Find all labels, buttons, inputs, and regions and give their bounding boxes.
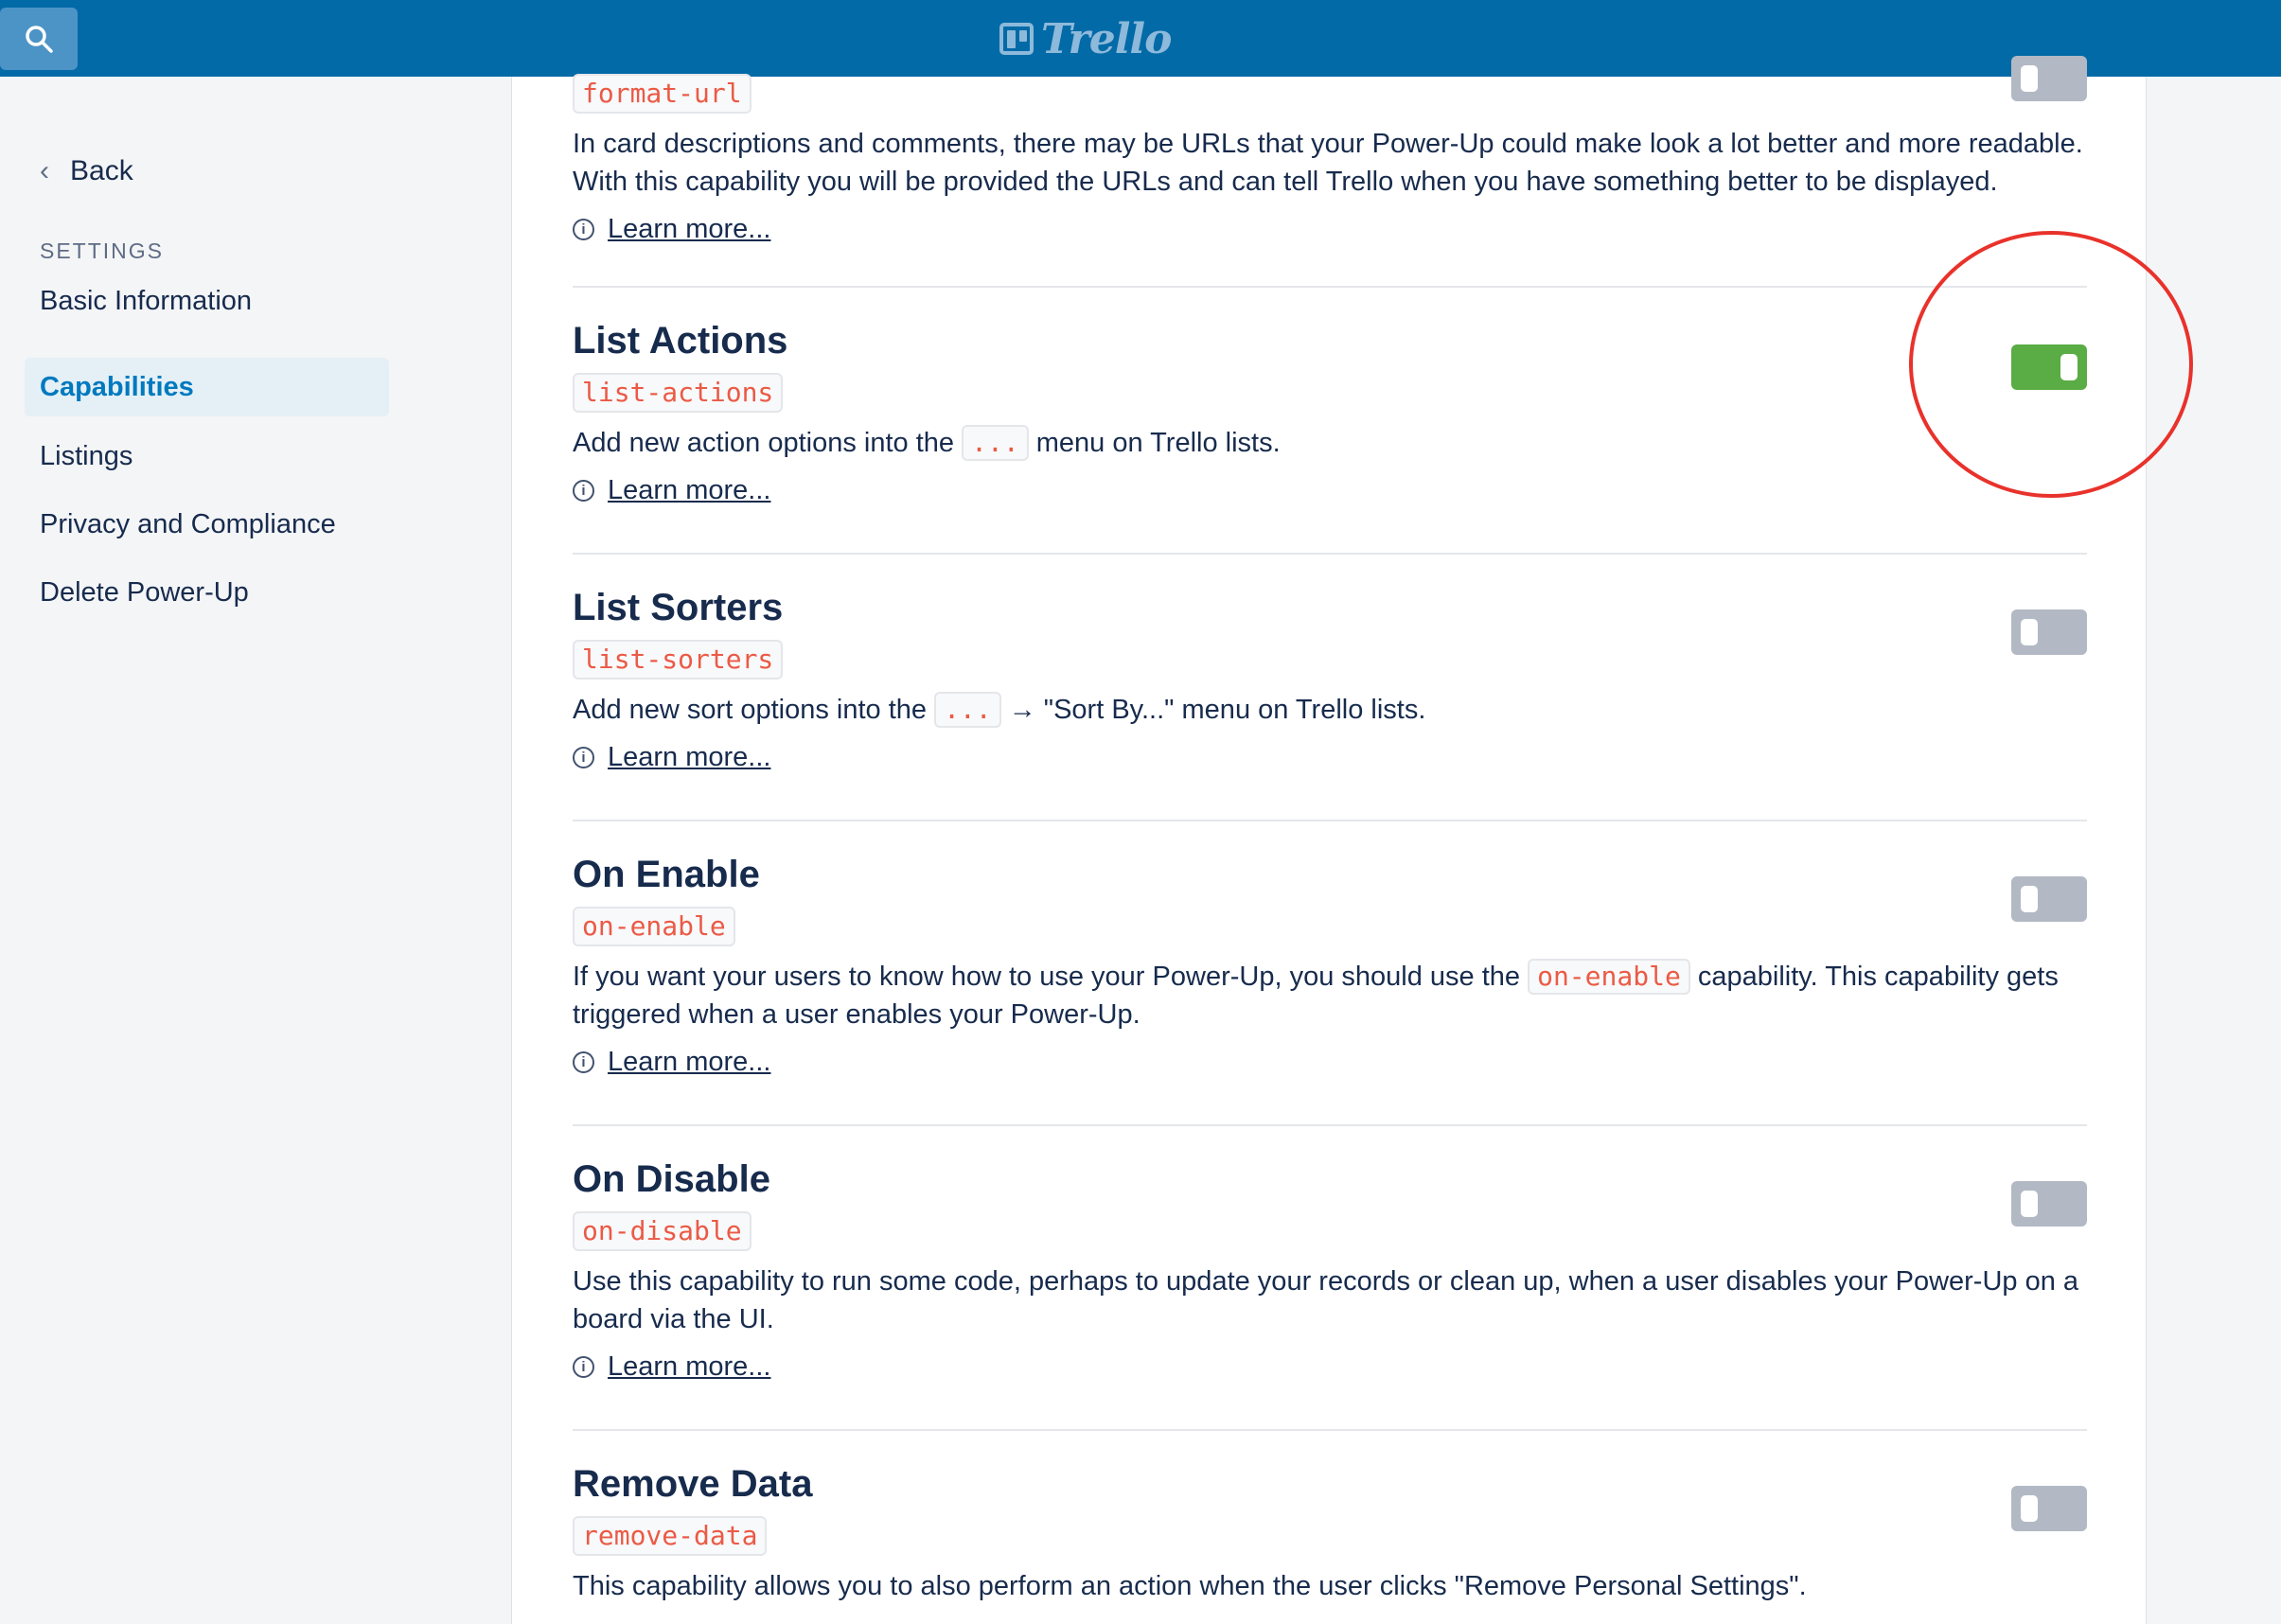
trello-board-icon — [999, 23, 1034, 55]
search-button[interactable] — [0, 8, 78, 70]
description-line: triggered when a user enables your Power… — [573, 999, 1140, 1030]
inline-code: ... — [962, 425, 1029, 461]
chevron-left-icon: ‹ — [40, 155, 49, 186]
learn-more-row: i Learn more... — [573, 1047, 2087, 1078]
capability-on-enable: On Enable on-enable If you want your use… — [573, 850, 2087, 1078]
back-link[interactable]: ‹ Back — [40, 155, 133, 187]
info-icon: i — [573, 1356, 594, 1378]
info-icon: i — [573, 480, 594, 502]
learn-more-row: i Learn more... — [573, 214, 2087, 245]
description-text: → "Sort By..." menu on Trello lists. — [1008, 695, 1426, 725]
learn-more-row: i Learn more... — [573, 475, 2087, 506]
inline-code: on-enable — [1528, 959, 1690, 995]
sidebar: ‹ Back SETTINGS Basic Information Capabi… — [0, 77, 511, 1624]
description-text: Add new action options into the — [573, 428, 955, 458]
capability-code: remove-data — [573, 1516, 768, 1556]
capability-title: List Sorters — [573, 587, 784, 628]
learn-more-row: i Learn more... — [573, 742, 2087, 773]
inline-code: ... — [934, 692, 1001, 728]
description-line: board via the UI. — [573, 1304, 774, 1334]
search-icon — [26, 26, 53, 53]
capability-remove-data: Remove Data remove-data This capability … — [573, 1459, 2087, 1605]
description-text: If you want your users to know how to us… — [573, 962, 1521, 992]
section-label: SETTINGS — [40, 238, 165, 263]
info-icon: i — [573, 747, 594, 768]
capability-format-url: format-url In card descriptions and comm… — [573, 74, 2087, 245]
trello-logo[interactable]: Trello — [999, 14, 1172, 63]
divider — [573, 1124, 2087, 1126]
divider — [573, 1429, 2087, 1431]
capability-title: Remove Data — [573, 1463, 813, 1505]
capability-description: Add new action options into the ... menu… — [573, 424, 2087, 462]
sidebar-item-capabilities[interactable]: Capabilities — [25, 358, 389, 416]
capability-title: On Enable — [573, 854, 760, 895]
info-icon: i — [573, 1051, 594, 1073]
back-label: Back — [70, 155, 133, 186]
capability-description: If you want your users to know how to us… — [573, 958, 2087, 1033]
description-line: In card descriptions and comments, there… — [573, 129, 2083, 159]
capability-code: on-disable — [573, 1211, 751, 1251]
capability-description: This capability allows you to also perfo… — [573, 1571, 1807, 1601]
capability-list-actions: List Actions list-actions Add new action… — [573, 316, 2087, 506]
capability-on-disable: On Disable on-disable Use this capabilit… — [573, 1155, 2087, 1383]
sidebar-item-privacy-and-compliance[interactable]: Privacy and Compliance — [25, 495, 389, 554]
learn-more-link[interactable]: Learn more... — [608, 742, 770, 773]
info-icon: i — [573, 219, 594, 240]
capability-code: list-actions — [573, 373, 784, 413]
annotation-circle — [1909, 231, 2193, 498]
sidebar-item-delete-power-up[interactable]: Delete Power-Up — [25, 563, 389, 622]
capability-list-sorters: List Sorters list-sorters Add new sort o… — [573, 583, 2087, 773]
capabilities-panel: format-url In card descriptions and comm… — [511, 56, 2147, 1624]
learn-more-link[interactable]: Learn more... — [608, 475, 770, 506]
capability-code: format-url — [573, 74, 751, 114]
description-text: Add new sort options into the — [573, 695, 928, 725]
description-text: capability. This capability gets — [1697, 962, 2059, 992]
capability-description: Add new sort options into the ... → "Sor… — [573, 691, 2087, 729]
divider — [573, 286, 2087, 288]
brand-name: Trello — [1041, 14, 1172, 63]
learn-more-link[interactable]: Learn more... — [608, 214, 770, 245]
divider — [573, 553, 2087, 555]
description-text: menu on Trello lists. — [1035, 428, 1281, 458]
capability-title: On Disable — [573, 1158, 770, 1200]
sidebar-item-basic-information[interactable]: Basic Information — [25, 272, 389, 330]
capability-title: List Actions — [573, 320, 788, 362]
learn-more-link[interactable]: Learn more... — [608, 1047, 770, 1078]
description-line: With this capability you will be provide… — [573, 167, 1998, 197]
sidebar-item-listings[interactable]: Listings — [25, 427, 389, 485]
divider — [573, 820, 2087, 821]
capability-code: on-enable — [573, 907, 735, 946]
learn-more-link[interactable]: Learn more... — [608, 1351, 770, 1383]
description-line: Use this capability to run some code, pe… — [573, 1266, 2079, 1297]
capability-code: list-sorters — [573, 640, 784, 680]
top-bar: Trello — [0, 0, 2281, 77]
capability-description: Use this capability to run some code, pe… — [573, 1262, 2087, 1338]
capability-description: In card descriptions and comments, there… — [573, 125, 2087, 201]
learn-more-row: i Learn more... — [573, 1351, 2087, 1383]
